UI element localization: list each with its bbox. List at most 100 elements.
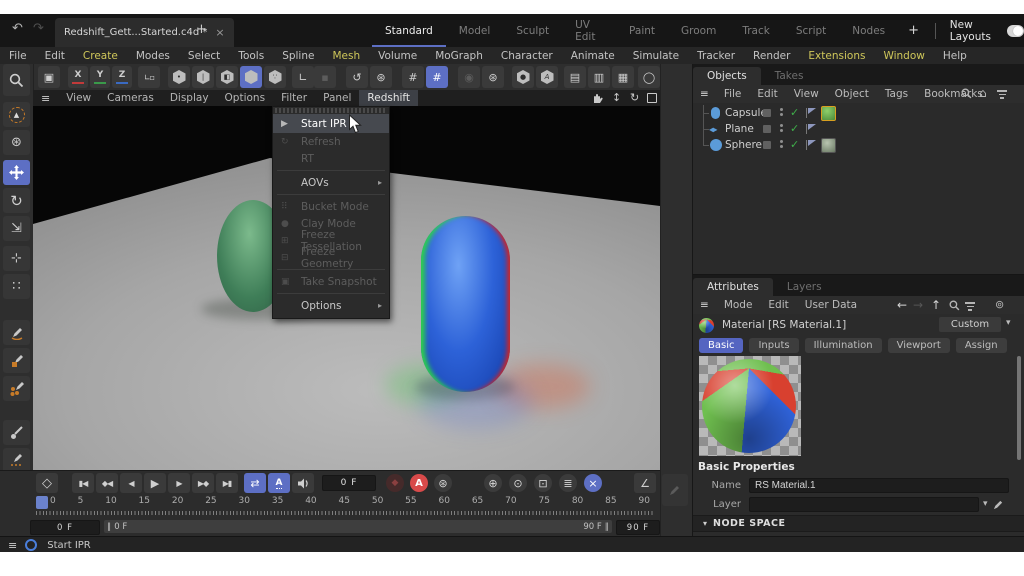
rotate-tool[interactable]: ↻ [3, 188, 30, 213]
menu-tracker[interactable]: Tracker [688, 50, 744, 62]
auto-mode-icon[interactable]: A [536, 66, 558, 88]
loop-playback-button[interactable]: ⇄ [244, 473, 266, 493]
layout-tab-groom[interactable]: Groom [668, 14, 729, 47]
points-mode-icon[interactable]: • [168, 66, 190, 88]
layout-tab-model[interactable]: Model [446, 14, 504, 47]
viewport-menu-cameras[interactable]: Cameras [99, 92, 162, 104]
grid-icon[interactable]: # [402, 66, 424, 88]
objects-hamburger-icon[interactable]: ≡ [693, 88, 716, 100]
prev-frame-button[interactable]: ◀ [120, 473, 142, 493]
preset-chevron-icon[interactable]: ▾ [1006, 318, 1011, 328]
viewport-pan-icon[interactable] [591, 92, 603, 107]
axis-z-button[interactable]: Z [112, 66, 132, 88]
menu-item-freeze-geometry[interactable]: ⊟Freeze Geometry [273, 249, 389, 266]
menu-item-aovs[interactable]: AOVs▸ [273, 174, 389, 191]
menu-character[interactable]: Character [492, 50, 562, 62]
objects-menu-tags[interactable]: Tags [877, 88, 916, 100]
render-view-icon[interactable]: ▤ [564, 66, 586, 88]
viewport-menu-view[interactable]: View [58, 92, 99, 104]
axis-y-button[interactable]: Y [90, 66, 110, 88]
texture-mode-icon[interactable]: ∵ [264, 66, 286, 88]
attributes-menu-userdata[interactable]: User Data [797, 299, 865, 311]
workplane-icon[interactable]: ▣ [38, 66, 60, 88]
goto-end-button[interactable]: ▶▮ [216, 473, 238, 493]
viewport-toggle-icon[interactable] [647, 93, 657, 103]
snap-move-icon[interactable]: ↺ [346, 66, 368, 88]
attributes-menu-edit[interactable]: Edit [760, 299, 796, 311]
key-rotation-button[interactable]: ⊙ [509, 474, 527, 492]
key-pla-button[interactable]: × [584, 474, 602, 492]
play-button[interactable]: ▶ [144, 473, 166, 493]
poly-pen-tool[interactable] [3, 376, 30, 401]
record-button[interactable]: ◆ [386, 474, 404, 492]
material-thumbnail[interactable] [699, 318, 714, 333]
objects-menu-edit[interactable]: Edit [749, 88, 785, 100]
spline-pen-tool[interactable] [3, 320, 30, 345]
solo-mode-icon[interactable]: ● [512, 66, 534, 88]
menu-simulate[interactable]: Simulate [624, 50, 688, 62]
scale-tool[interactable]: ⇲ [3, 216, 30, 241]
menu-window[interactable]: Window [874, 50, 933, 62]
objects-menu-object[interactable]: Object [827, 88, 877, 100]
menu-volume[interactable]: Volume [369, 50, 426, 62]
menu-create[interactable]: Create [74, 50, 127, 62]
tweak-tool[interactable]: ⊛ [3, 130, 30, 155]
axis-modification-icon[interactable]: ∟ [292, 66, 314, 88]
back-arrow-icon[interactable]: ← [897, 298, 907, 312]
menu-tools[interactable]: Tools [229, 50, 273, 62]
material-tag-sphere[interactable] [821, 138, 836, 153]
attributes-filter-icon[interactable] [965, 302, 975, 311]
tab-takes[interactable]: Takes [761, 67, 818, 85]
next-frame-button[interactable]: ▶ [168, 473, 190, 493]
viewport-menu-panel[interactable]: Panel [315, 92, 359, 104]
menu-item-take-snapshot[interactable]: ▣Take Snapshot [273, 273, 389, 290]
layer-input[interactable] [749, 497, 979, 512]
sound-button[interactable] [292, 473, 314, 493]
up-arrow-icon[interactable]: ↑ [931, 298, 941, 312]
viewport-menu-filter[interactable]: Filter [273, 92, 315, 104]
objects-filter-icon[interactable] [997, 90, 1007, 99]
tab-viewport[interactable]: Viewport [888, 338, 950, 353]
tab-assign[interactable]: Assign [956, 338, 1007, 353]
new-layouts-toggle[interactable] [1007, 25, 1024, 37]
objects-menu-file[interactable]: File [716, 88, 750, 100]
polygons-mode-icon[interactable]: ◧ [216, 66, 238, 88]
add-tab-icon[interactable]: + [196, 22, 207, 37]
playhead[interactable] [36, 496, 48, 509]
menu-item-refresh[interactable]: ↻Refresh [273, 133, 389, 150]
menu-item-options[interactable]: Options▸ [273, 297, 389, 314]
phong-tag-icon[interactable] [806, 124, 817, 134]
menu-modes[interactable]: Modes [127, 50, 179, 62]
menu-help[interactable]: Help [934, 50, 976, 62]
range-start-field[interactable]: 0 F [30, 520, 100, 535]
keyframe-diamond-button[interactable]: ◇ [36, 473, 58, 493]
range-end-field[interactable]: 90 F [616, 520, 660, 535]
close-tab-icon[interactable]: × [215, 26, 224, 39]
viewport-menu-display[interactable]: Display [162, 92, 217, 104]
range-right-handle[interactable]: ∥ [602, 522, 612, 532]
range-slider[interactable]: ∥ 0 F 90 F ∥ [104, 520, 612, 533]
workplane-mode-icon[interactable]: ∟▫ [138, 66, 160, 88]
viewport-rotate-icon[interactable]: ↻ [630, 91, 639, 104]
layout-tab-paint[interactable]: Paint [616, 14, 668, 47]
key-scale-button[interactable]: ⊡ [534, 474, 552, 492]
tab-objects[interactable]: Objects [693, 67, 761, 85]
viewport-menu-options[interactable]: Options [217, 92, 274, 104]
visibility-dots-icon[interactable] [780, 140, 783, 148]
scene-capsule[interactable] [421, 216, 510, 392]
cursor-move-tool[interactable]: ⊹ [3, 246, 30, 271]
layer-pick-pen-icon[interactable] [993, 499, 1004, 510]
key-position-button[interactable]: ⊕ [484, 474, 502, 492]
material-tag-capsule[interactable] [821, 106, 836, 121]
autokey-button[interactable]: A [410, 474, 428, 492]
menu-select[interactable]: Select [179, 50, 229, 62]
fcurve-button[interactable]: ∠ [634, 473, 656, 493]
tab-attributes[interactable]: Attributes [693, 278, 773, 296]
key-parameter-button[interactable]: ≣ [559, 474, 577, 492]
name-input[interactable] [749, 478, 1009, 493]
object-row-plane[interactable]: ◆ Plane ✓ [693, 121, 1024, 137]
objects-search-icon[interactable] [961, 88, 972, 102]
status-hamburger-icon[interactable]: ≡ [0, 539, 25, 552]
objects-menu-view[interactable]: View [786, 88, 827, 100]
menu-mograph[interactable]: MoGraph [426, 50, 492, 62]
